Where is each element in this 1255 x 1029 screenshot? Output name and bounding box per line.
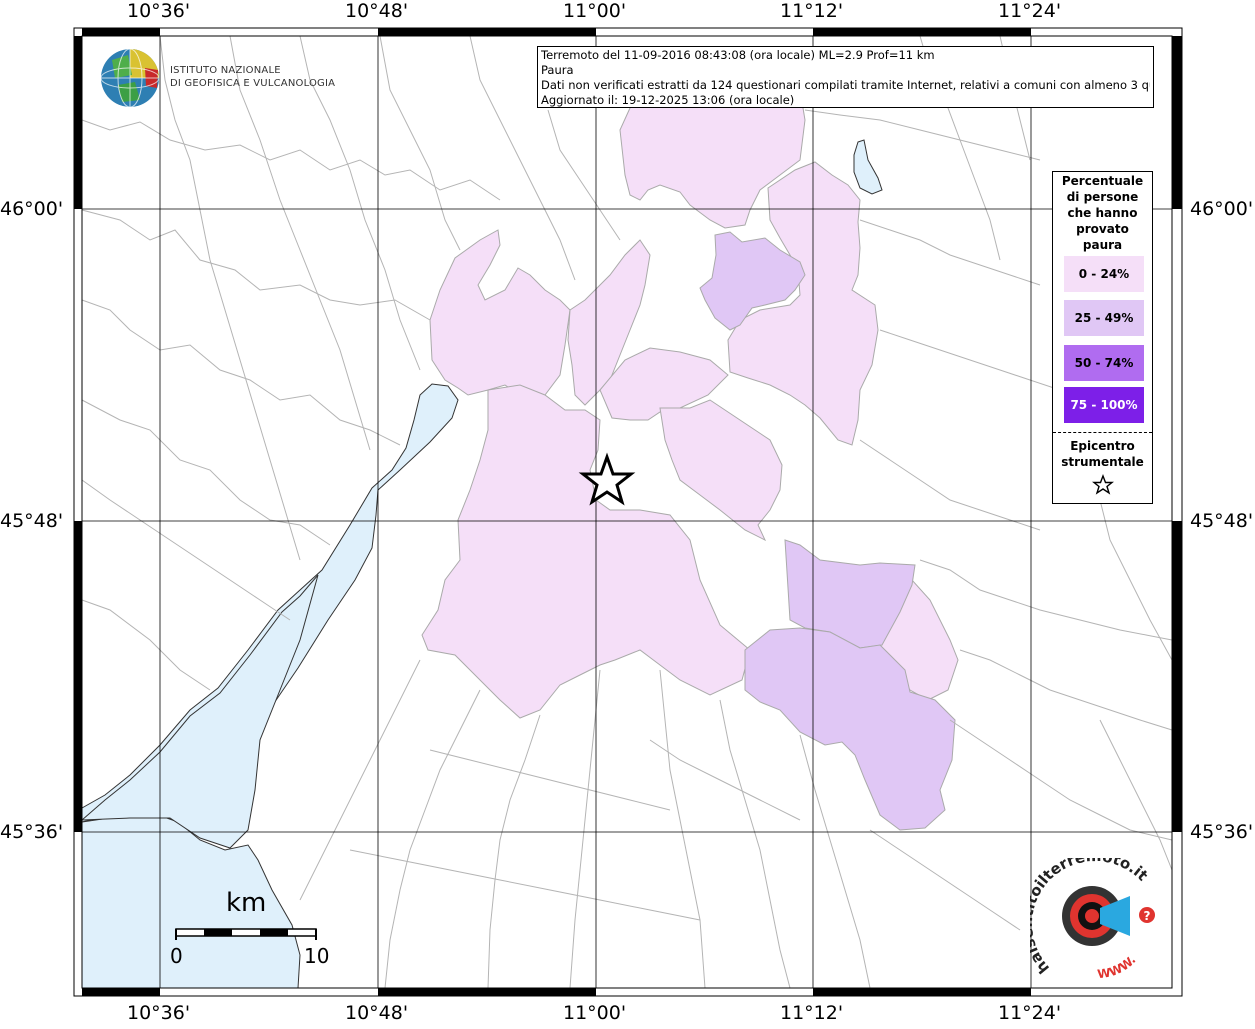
lon-label-bottom-4: 11°12' <box>780 1002 844 1024</box>
legend-title-line: provato <box>1076 222 1129 236</box>
lon-label-top-1: 10°36' <box>127 0 191 22</box>
legend-epicenter-label: Epicentro strumentale <box>1053 438 1152 470</box>
update-timestamp: Aggiornato il: 19-12-2025 13:06 (ora loc… <box>541 93 795 107</box>
legend-title-line: di persone <box>1066 190 1139 204</box>
legend-separator <box>1053 432 1152 433</box>
ingv-logo-icon <box>100 48 160 108</box>
svg-text:WWW.: WWW. <box>1096 953 1138 982</box>
scale-start-label: 0 <box>170 944 183 968</box>
ingv-logo-line1: ISTITUTO NAZIONALE <box>170 65 281 76</box>
lon-label-top-5: 11°24' <box>998 0 1062 22</box>
legend-item-50-74: 50 - 74% <box>1064 345 1144 381</box>
ingv-logo-line2: DI GEOFISICA E VULCANOLOGIA <box>170 78 336 89</box>
badge-sub-text: WWW. <box>1096 953 1138 982</box>
legend-title-line: Percentuale <box>1061 174 1144 188</box>
lat-label-right-3: 45°36' <box>1190 821 1254 843</box>
felt-intensity-map: ? 10°36' 10°48' 11°00' 11°12' 11°24' 10°… <box>0 0 1255 1024</box>
legend-item-75-100: 75 - 100% <box>1064 387 1144 423</box>
lon-label-bottom-5: 11°24' <box>998 1002 1062 1024</box>
legend-item-0-24: 0 - 24% <box>1064 256 1144 292</box>
legend: Percentuale di persone che hanno provato… <box>1052 171 1153 504</box>
lat-label-right-1: 46°00' <box>1190 198 1254 220</box>
event-info-box: Terremoto del 11-09-2016 08:43:08 (ora l… <box>537 46 1154 108</box>
lat-label-left-1: 46°00' <box>0 198 64 220</box>
legend-epicenter-line: strumentale <box>1061 455 1144 469</box>
lon-label-top-4: 11°12' <box>780 0 844 22</box>
data-disclaimer: Dati non verificati estratti da 124 ques… <box>541 78 1150 92</box>
lat-label-left-3: 45°36' <box>0 821 64 843</box>
legend-star-icon <box>1092 474 1114 495</box>
ingv-logo-text: ISTITUTO NAZIONALE DI GEOFISICA E VULCAN… <box>170 64 335 90</box>
legend-title-line: paura <box>1082 238 1123 252</box>
lon-label-top-2: 10°48' <box>345 0 409 22</box>
legend-title: Percentuale di persone che hanno provato… <box>1053 173 1152 253</box>
legend-item-25-49: 25 - 49% <box>1064 300 1144 336</box>
lat-label-right-2: 45°48' <box>1190 510 1254 532</box>
event-title: Terremoto del 11-09-2016 08:43:08 (ora l… <box>541 48 935 62</box>
map-parameter: Paura <box>541 63 574 77</box>
lon-label-bottom-3: 11°00' <box>563 1002 627 1024</box>
lon-label-bottom-1: 10°36' <box>127 1002 191 1024</box>
lon-label-bottom-2: 10°48' <box>345 1002 409 1024</box>
haisentito-badge-text: haisentitoilterremoto.it WWW. <box>1030 858 1152 982</box>
scale-unit: km <box>226 888 267 918</box>
lat-label-left-2: 45°48' <box>0 510 64 532</box>
legend-epicenter-line: Epicentro <box>1070 439 1135 453</box>
legend-title-line: che hanno <box>1067 206 1138 220</box>
scale-end-label: 10 <box>304 944 330 968</box>
lon-label-top-3: 11°00' <box>563 0 627 22</box>
